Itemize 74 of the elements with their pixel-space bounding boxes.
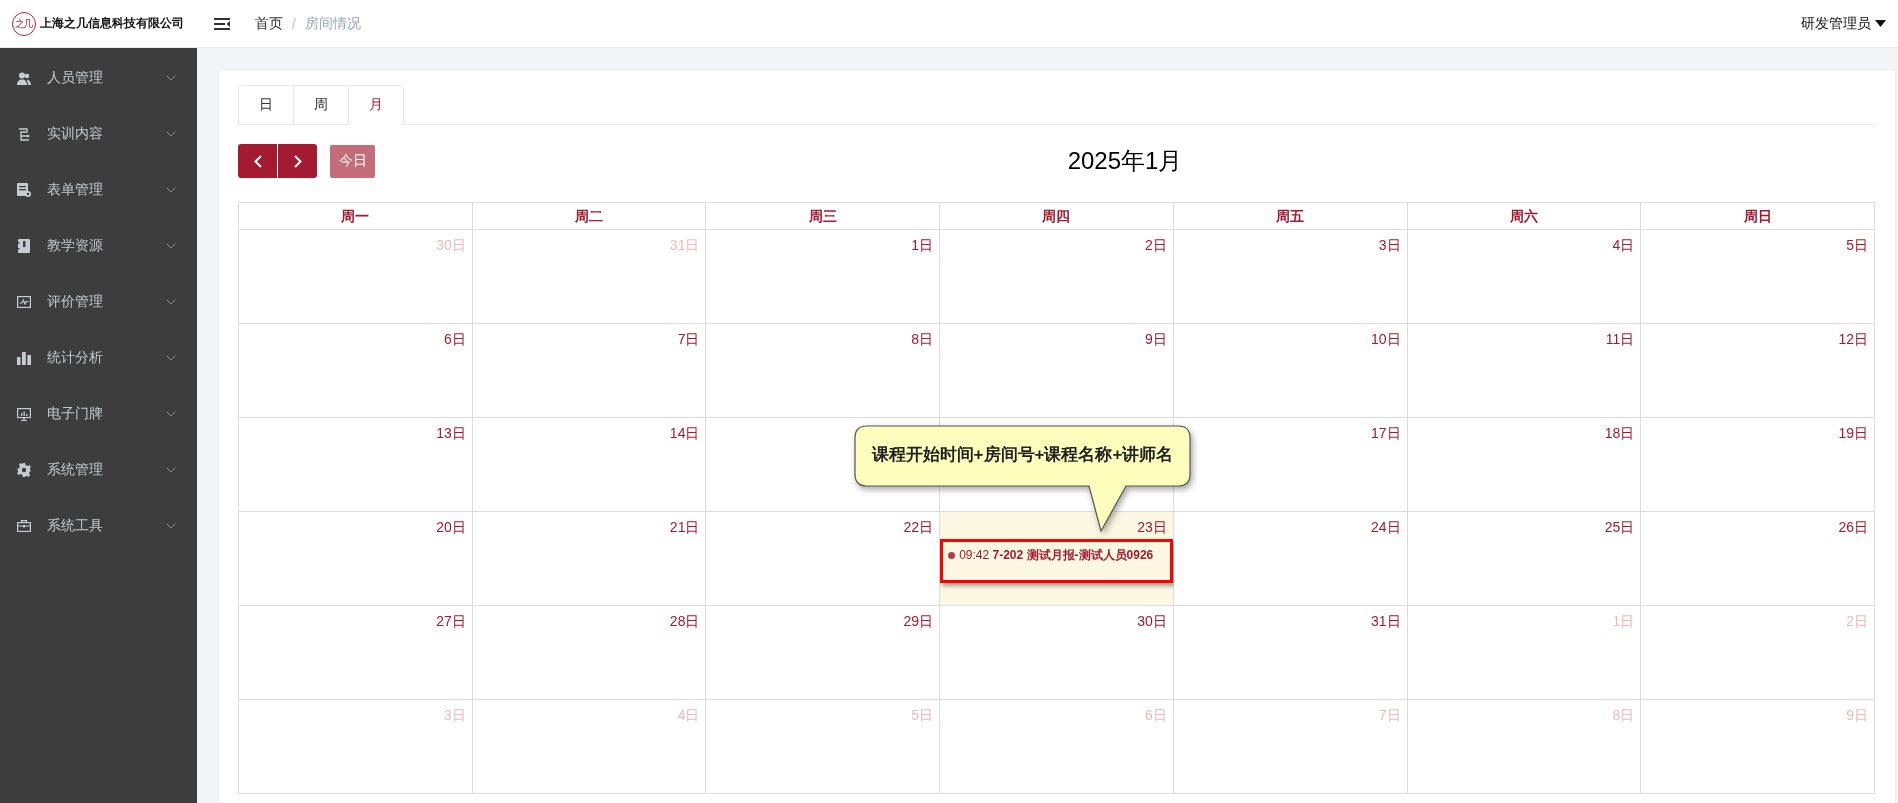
date-label: 18日 <box>1603 424 1636 443</box>
date-label: 1日 <box>910 236 935 255</box>
date-label: 22日 <box>902 518 935 537</box>
date-label: 6日 <box>442 330 467 349</box>
date-label: 8日 <box>1611 706 1636 725</box>
date-label: 3日 <box>442 706 467 725</box>
date-label: 8日 <box>910 330 935 349</box>
settings-icon <box>17 463 31 477</box>
chevron-right-icon <box>293 154 302 168</box>
date-label: 23日 <box>1136 518 1168 537</box>
date-label: 29日 <box>902 612 935 631</box>
date-label: 1日 <box>1611 612 1636 631</box>
next-button[interactable] <box>278 144 317 178</box>
date-label: 28日 <box>668 612 701 631</box>
sidebar-item[interactable]: 统计分析 <box>0 330 197 386</box>
date-label: 25日 <box>1603 518 1636 537</box>
sidebar-item[interactable]: 人员管理 <box>0 50 197 106</box>
breadcrumb-link[interactable]: 首页 <box>255 14 283 33</box>
document-icon <box>17 183 31 197</box>
date-label: 19日 <box>1837 424 1869 443</box>
date-label: 24日 <box>1370 518 1402 537</box>
date-label: 26日 <box>1837 518 1869 537</box>
sidebar-item[interactable]: 系统工具 <box>0 498 197 554</box>
date-label: 30日 <box>1136 612 1168 631</box>
sidebar-item[interactable]: 电子门牌 <box>0 386 197 442</box>
caret-down-icon <box>1875 20 1886 27</box>
date-label: 2日 <box>1845 612 1869 631</box>
user-menu[interactable]: 研发管理员 <box>1801 14 1886 33</box>
date-label: 27日 <box>435 612 467 631</box>
date-label: 17日 <box>1370 424 1402 443</box>
date-label: 31日 <box>1370 612 1402 631</box>
menu-icon[interactable] <box>214 17 230 30</box>
book-icon <box>17 239 31 253</box>
chevron-left-icon <box>253 154 262 168</box>
date-label: 12日 <box>1837 330 1869 349</box>
activity-icon <box>17 296 31 308</box>
monitor-icon <box>17 407 31 421</box>
event-text[interactable]: 09:42 7-202 测试月报-测试人员0926 <box>959 547 1154 564</box>
date-label: 11日 <box>1604 330 1636 349</box>
view-tab[interactable]: 月 <box>348 86 403 125</box>
bar-chart-icon <box>17 351 31 365</box>
event-dot-icon <box>948 552 956 559</box>
date-label: 30日 <box>435 236 467 255</box>
date-label: 31日 <box>668 236 701 255</box>
date-label: 9日 <box>1144 330 1168 349</box>
breadcrumb-current: 房间情况 <box>304 14 361 33</box>
date-label: 6日 <box>1144 706 1168 725</box>
sidebar-item[interactable]: 评价管理 <box>0 274 197 330</box>
calendar-title: 2025年1月 <box>1066 146 1184 176</box>
date-label: 10日 <box>1370 330 1402 349</box>
date-label: 2日 <box>1144 236 1168 255</box>
sidebar-item[interactable]: 表单管理 <box>0 162 197 218</box>
sidebar-item[interactable]: 教学资源 <box>0 218 197 274</box>
date-label: 3日 <box>1377 236 1402 255</box>
date-label: 7日 <box>1377 706 1402 725</box>
date-label: 4日 <box>1611 236 1636 255</box>
date-label: 5日 <box>1845 236 1869 255</box>
date-label: 21日 <box>668 518 701 537</box>
callout-text: 课程开始时间+房间号+课程名称+讲师名 <box>871 444 1174 466</box>
prev-button[interactable] <box>238 144 278 178</box>
date-label: 5日 <box>910 706 935 725</box>
hierarchy-icon <box>17 127 31 141</box>
date-label: 20日 <box>435 518 467 537</box>
date-label: 7日 <box>676 330 701 349</box>
date-label: 9日 <box>1845 706 1869 725</box>
sidebar-item[interactable]: 实训内容 <box>0 106 197 162</box>
date-label: 14日 <box>668 424 701 443</box>
users-icon <box>17 71 31 85</box>
date-label: 13日 <box>435 424 467 443</box>
date-label: 4日 <box>676 706 701 725</box>
breadcrumb-separator: / <box>292 15 296 32</box>
company-name: 上海之几信息科技有限公司 <box>40 15 184 32</box>
briefcase-icon <box>17 520 31 532</box>
sidebar-item[interactable]: 系统管理 <box>0 442 197 498</box>
